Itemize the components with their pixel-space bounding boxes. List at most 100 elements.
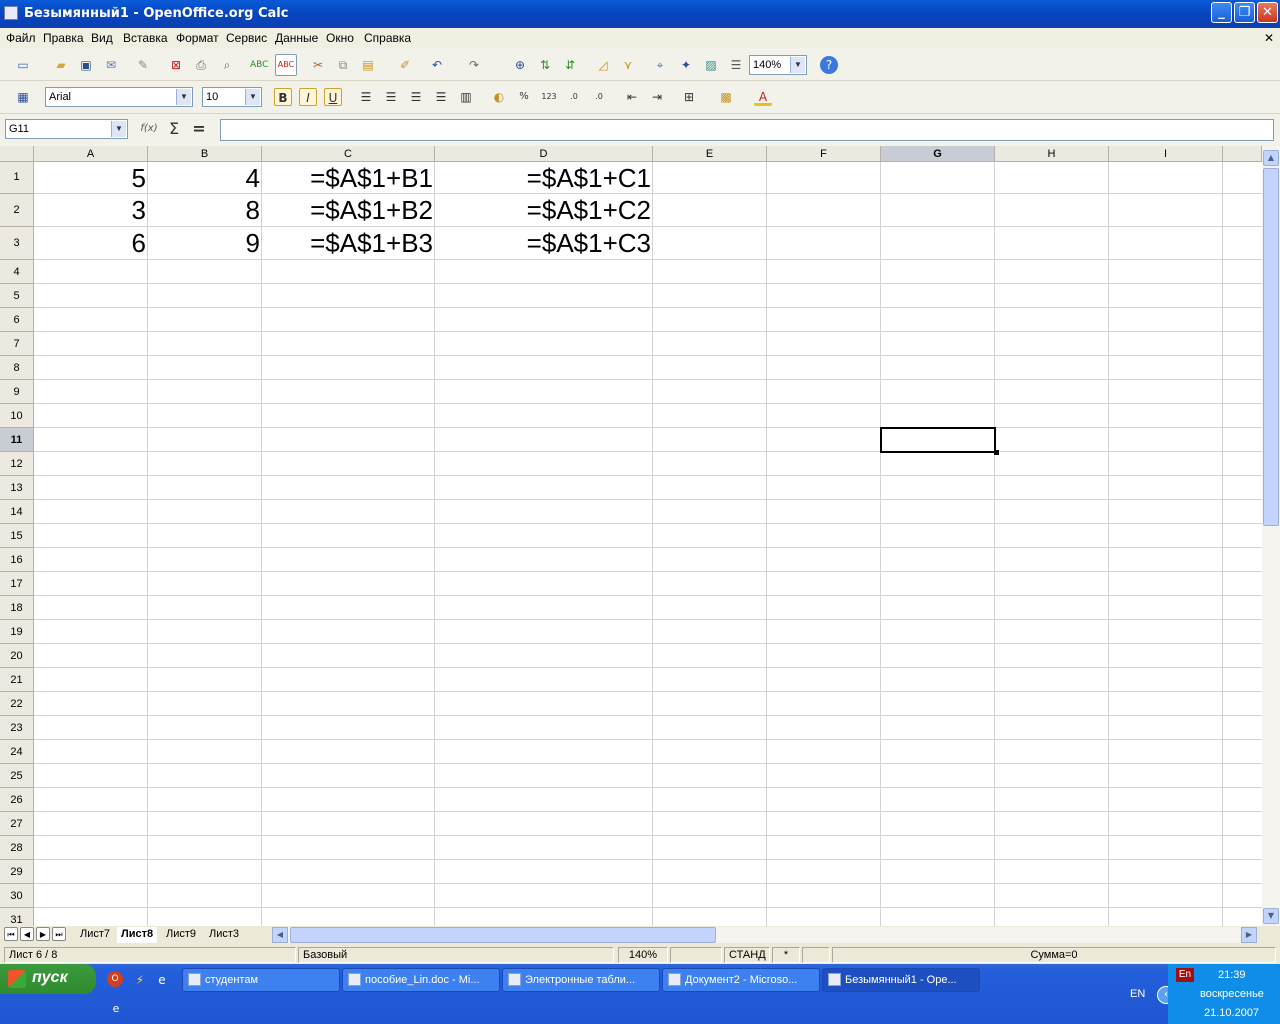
- row-header[interactable]: 13: [0, 475, 34, 500]
- select-all-corner[interactable]: [0, 146, 34, 162]
- fill-handle[interactable]: [994, 449, 999, 455]
- export-pdf-icon[interactable]: ⊠: [167, 56, 185, 74]
- row-header[interactable]: 4: [0, 259, 34, 284]
- scroll-right-icon[interactable]: ▶: [1241, 927, 1257, 943]
- title-bar[interactable]: Безымянный1 - OpenOffice.org Calc _ ❐ ✕: [0, 0, 1280, 28]
- add-decimal-icon[interactable]: .0: [565, 88, 583, 106]
- cell-b2[interactable]: 8: [148, 194, 262, 227]
- status-zoom[interactable]: 140%: [618, 947, 668, 963]
- equals-icon[interactable]: =: [190, 120, 208, 138]
- align-right-icon[interactable]: ☰: [407, 88, 425, 106]
- sheet-tab[interactable]: Лист7: [76, 927, 114, 943]
- quicklaunch-icon[interactable]: ⚡: [131, 971, 149, 989]
- sort-ascending-icon[interactable]: ⇅: [536, 56, 554, 74]
- column-header[interactable]: F: [767, 146, 881, 162]
- italic-button[interactable]: I: [299, 88, 317, 106]
- row-header[interactable]: 23: [0, 715, 34, 740]
- number-format-icon[interactable]: 123: [540, 88, 558, 106]
- sheet-tab[interactable]: Лист9: [162, 927, 200, 943]
- sort-descending-icon[interactable]: ⇵: [561, 56, 579, 74]
- scroll-left-icon[interactable]: ◀: [272, 927, 288, 943]
- underline-button[interactable]: U: [324, 88, 342, 106]
- column-header[interactable]: [1223, 146, 1262, 162]
- formula-input[interactable]: [220, 119, 1274, 141]
- column-header[interactable]: G: [881, 146, 995, 162]
- row-header[interactable]: 28: [0, 835, 34, 860]
- bold-button[interactable]: B: [274, 88, 292, 106]
- row-header[interactable]: 10: [0, 403, 34, 428]
- column-header[interactable]: H: [995, 146, 1109, 162]
- selected-cell-outline[interactable]: [880, 426, 996, 453]
- cell-b3[interactable]: 9: [148, 227, 262, 260]
- styles-icon[interactable]: ▦: [14, 88, 32, 106]
- align-left-icon[interactable]: ☰: [357, 88, 375, 106]
- cell-c1[interactable]: =$A$1+B1: [262, 162, 435, 194]
- status-page-style[interactable]: Базовый: [298, 947, 614, 963]
- format-paintbrush-icon[interactable]: ✐: [396, 56, 414, 74]
- row-header[interactable]: 29: [0, 859, 34, 884]
- column-header[interactable]: B: [148, 146, 262, 162]
- open-icon[interactable]: ▰: [52, 56, 70, 74]
- decrease-indent-icon[interactable]: ⇤: [623, 88, 641, 106]
- cut-icon[interactable]: ✂: [309, 56, 327, 74]
- row-header[interactable]: 18: [0, 595, 34, 620]
- row-header[interactable]: 12: [0, 451, 34, 476]
- row-header[interactable]: 11: [0, 427, 34, 452]
- ie-small-icon[interactable]: e: [107, 1000, 125, 1018]
- navigator-icon[interactable]: ✦: [677, 56, 695, 74]
- column-header[interactable]: E: [653, 146, 767, 162]
- prev-sheet-icon[interactable]: ◀: [20, 927, 34, 941]
- chart-icon[interactable]: ◿: [594, 56, 612, 74]
- scroll-up-icon[interactable]: ▲: [1263, 150, 1279, 166]
- redo-icon[interactable]: ↷: [465, 56, 483, 74]
- remove-decimal-icon[interactable]: .0: [590, 88, 608, 106]
- align-center-icon[interactable]: ☰: [382, 88, 400, 106]
- task-button[interactable]: Документ2 - Microso...: [662, 968, 820, 992]
- cell-a1[interactable]: 5: [34, 162, 148, 194]
- new-document-icon[interactable]: ▭: [14, 56, 32, 74]
- menu-tools[interactable]: Сервис: [226, 31, 267, 45]
- save-icon[interactable]: ▣: [77, 56, 95, 74]
- print-preview-icon[interactable]: ⌕: [218, 56, 236, 74]
- data-sources-icon[interactable]: ☰: [727, 56, 745, 74]
- sheet-tab[interactable]: Лист3: [205, 927, 243, 943]
- background-color-icon[interactable]: ▩: [717, 88, 735, 106]
- find-replace-icon[interactable]: ⌖: [651, 56, 669, 74]
- cell-d3[interactable]: =$A$1+C3: [435, 227, 653, 260]
- merge-cells-icon[interactable]: ▥: [457, 88, 475, 106]
- edit-file-icon[interactable]: ✎: [134, 56, 152, 74]
- menu-insert[interactable]: Вставка: [123, 31, 168, 45]
- row-header[interactable]: 9: [0, 379, 34, 404]
- row-header[interactable]: 16: [0, 547, 34, 572]
- row-header[interactable]: 26: [0, 787, 34, 812]
- minimize-button[interactable]: _: [1211, 2, 1232, 23]
- row-header[interactable]: 14: [0, 499, 34, 524]
- row-header[interactable]: 5: [0, 283, 34, 308]
- cell-b1[interactable]: 4: [148, 162, 262, 194]
- column-header[interactable]: I: [1109, 146, 1223, 162]
- language-indicator[interactable]: EN: [1130, 988, 1145, 1000]
- row-header[interactable]: 19: [0, 619, 34, 644]
- task-button[interactable]: Электронные табли...: [502, 968, 660, 992]
- font-size-select[interactable]: 10 ▼: [202, 87, 262, 107]
- zoom-select[interactable]: 140% ▼: [749, 55, 807, 75]
- currency-format-icon[interactable]: ◐: [490, 88, 508, 106]
- menu-edit[interactable]: Правка: [43, 31, 84, 45]
- help-icon[interactable]: ?: [820, 56, 838, 74]
- column-header[interactable]: A: [34, 146, 148, 162]
- spreadsheet-grid[interactable]: A B C D E F G H I 1 2 3 4 5 6 7 8 9 10 11 12 13 14 15 16 17 18 19 20…: [0, 146, 1262, 928]
- print-icon[interactable]: ⎙: [192, 56, 210, 74]
- horizontal-scrollbar[interactable]: ◀ ▶: [272, 927, 1257, 943]
- lang-badge[interactable]: En: [1176, 968, 1194, 982]
- task-button-active[interactable]: Безымянный1 - Ope...: [822, 968, 980, 992]
- row-header[interactable]: 15: [0, 523, 34, 548]
- row-header[interactable]: 6: [0, 307, 34, 332]
- cell-a2[interactable]: 3: [34, 194, 148, 227]
- name-box[interactable]: G11 ▼: [5, 119, 128, 139]
- opera-icon[interactable]: O: [107, 971, 123, 987]
- scroll-down-icon[interactable]: ▼: [1263, 908, 1279, 924]
- menu-format[interactable]: Формат: [176, 31, 219, 45]
- sum-icon[interactable]: Σ: [165, 120, 183, 138]
- justify-icon[interactable]: ☰: [432, 88, 450, 106]
- email-icon[interactable]: ✉: [102, 56, 120, 74]
